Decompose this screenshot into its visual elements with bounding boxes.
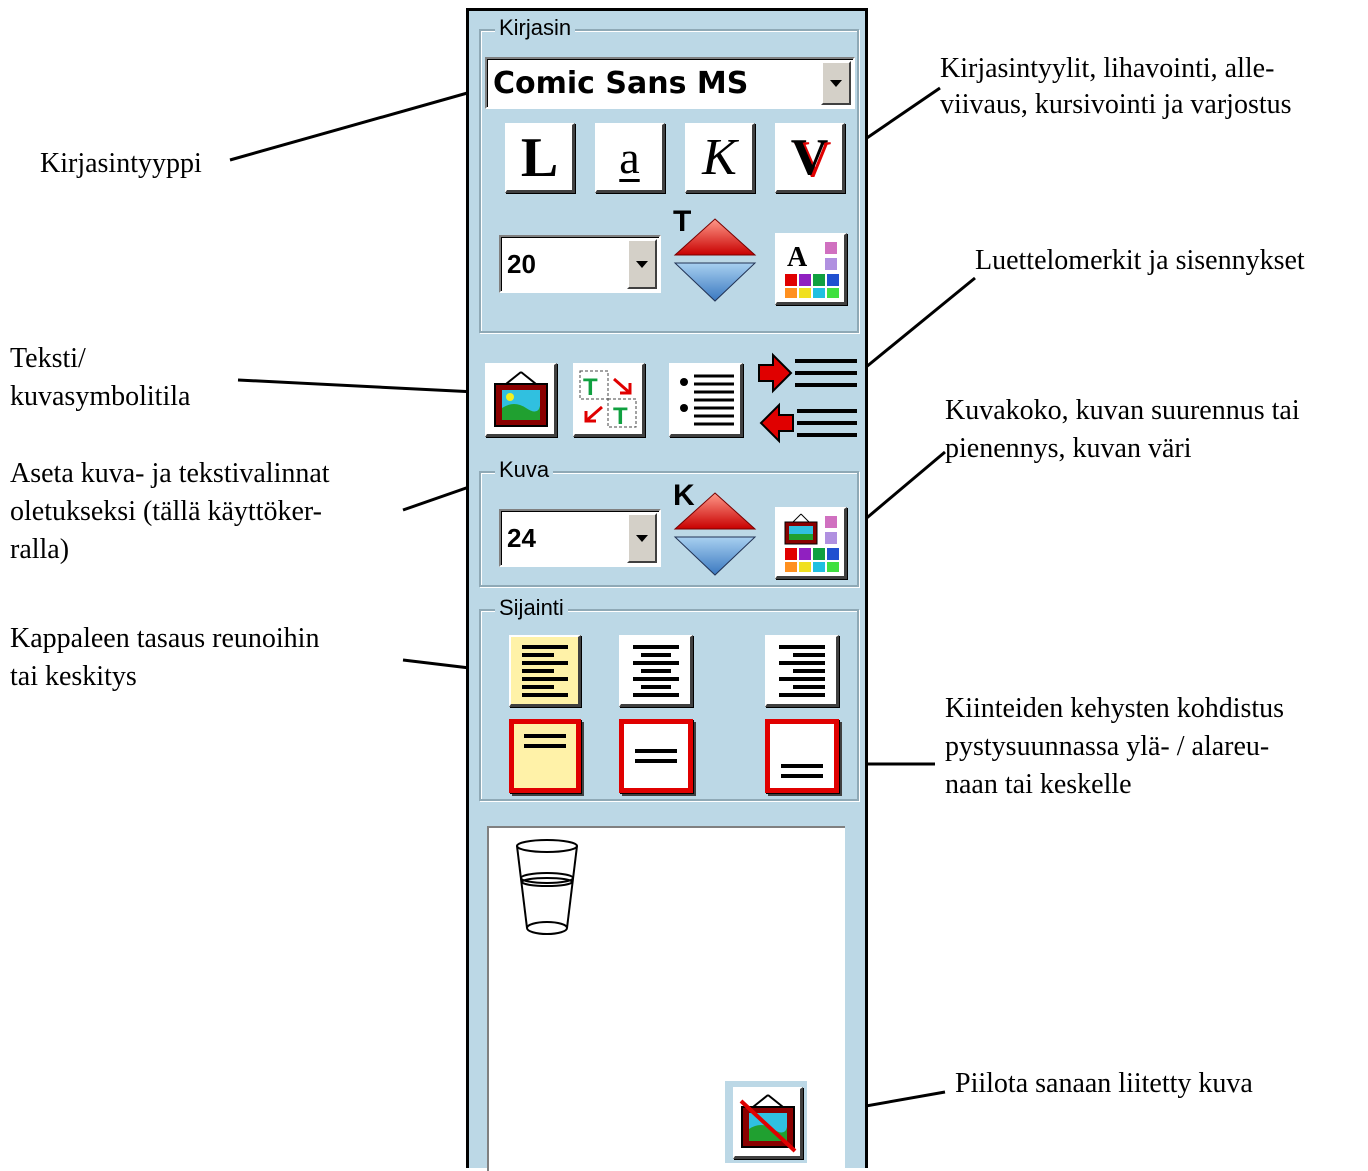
bold-icon: L — [520, 126, 559, 189]
align-right-icon — [778, 644, 825, 697]
svg-text:T: T — [613, 403, 628, 430]
font-size-dropdown-button[interactable] — [627, 239, 657, 289]
valign-middle-icon — [635, 749, 677, 763]
annotation-frame-valign-1: Kiinteiden kehysten kohdistus — [945, 693, 1285, 724]
image-size-select[interactable]: 24 — [499, 509, 661, 567]
annotation-hide-image: Piilota sanaan liitetty kuva — [955, 1068, 1253, 1099]
chevron-down-icon — [636, 260, 648, 268]
increase-indent-button[interactable] — [757, 351, 861, 395]
valign-middle-button[interactable] — [619, 719, 693, 793]
font-name-value: Comic Sans MS — [493, 65, 749, 101]
font-size-stepper-letter: T — [673, 205, 692, 238]
image-size-dropdown-button[interactable] — [627, 513, 657, 563]
image-size-stepper[interactable]: K — [671, 479, 759, 583]
align-left-button[interactable] — [509, 635, 581, 707]
font-name-select[interactable]: Comic Sans MS — [485, 57, 855, 109]
set-defaults-icon: T T — [579, 370, 636, 430]
font-color-palette-icon: A — [784, 241, 839, 298]
annotation-paragraph-align-2: tai keskitys — [10, 661, 137, 692]
annotation-set-defaults-2: oletukseksi (tällä käyttöker- — [10, 496, 323, 527]
annotation-frame-valign-2: pystysuunnassa ylä- / alareu- — [945, 731, 1270, 762]
annotation-font-type: Kirjasintyyppi — [40, 148, 202, 179]
text-symbol-mode-button[interactable] — [485, 363, 557, 437]
image-group-label: Kuva — [495, 457, 554, 483]
italic-button[interactable]: K — [685, 123, 755, 193]
position-group-label: Sijainti — [495, 595, 568, 621]
annotation-frame-valign-3: naan tai keskelle — [945, 769, 1132, 800]
decrease-indent-button[interactable] — [757, 401, 861, 445]
font-name-dropdown-button[interactable] — [821, 61, 851, 105]
leader-image-size — [855, 450, 946, 529]
image-group: Kuva 24 K — [479, 457, 859, 587]
align-center-button[interactable] — [619, 635, 693, 707]
valign-top-button[interactable] — [509, 719, 581, 793]
shadow-button[interactable]: V — [775, 123, 845, 193]
chevron-down-icon — [830, 79, 842, 87]
set-defaults-button[interactable]: T T — [573, 363, 645, 437]
hide-word-image-button[interactable] — [725, 1081, 807, 1163]
framed-picture-icon — [493, 370, 548, 427]
annotation-font-styles-2: viivaus, kursivointi ja varjostus — [940, 89, 1292, 120]
italic-icon: K — [702, 128, 737, 186]
annotation-set-defaults-1: Aseta kuva- ja tekstivalinnat — [10, 458, 330, 489]
bullet-list-button[interactable] — [669, 363, 743, 437]
bold-button[interactable]: L — [505, 123, 575, 193]
leader-bullets — [859, 276, 976, 374]
annotation-text-symbol-mode-1: Teksti/ — [10, 343, 86, 374]
underline-button[interactable]: a — [595, 123, 665, 193]
underline-icon: a — [619, 131, 640, 183]
valign-bottom-button[interactable] — [765, 719, 839, 793]
chevron-down-icon — [636, 534, 648, 542]
position-group: Sijainti — [479, 595, 859, 801]
font-size-stepper[interactable]: T — [671, 205, 759, 309]
svg-text:T: T — [583, 374, 598, 401]
font-size-select[interactable]: 20 — [499, 235, 661, 293]
hide-picture-icon — [739, 1093, 796, 1152]
align-left-icon — [521, 644, 568, 697]
annotation-paragraph-align-1: Kappaleen tasaus reunoihin — [10, 623, 320, 654]
formatting-panel: Kirjasin Comic Sans MS L a K V 20 T A T … — [466, 8, 868, 1171]
shadow-icon: V — [790, 128, 829, 186]
image-color-palette-icon — [784, 513, 839, 572]
leader-font-type — [229, 88, 479, 162]
indent-left-icon — [759, 402, 857, 444]
valign-bottom-icon — [781, 764, 823, 778]
font-color-letter: A — [787, 242, 808, 273]
annotation-set-defaults-3: ralla) — [10, 534, 70, 565]
font-size-value: 20 — [507, 248, 536, 279]
indent-right-icon — [758, 352, 857, 394]
image-size-value: 24 — [507, 522, 536, 553]
align-right-button[interactable] — [765, 635, 839, 707]
bullet-list-icon — [679, 374, 734, 425]
hide-word-image-inner — [733, 1087, 803, 1159]
font-group: Kirjasin Comic Sans MS L a K V 20 T A — [479, 15, 859, 333]
annotation-image-size-2: pienennys, kuvan väri — [945, 433, 1192, 464]
annotation-text-symbol-mode-2: kuvasymbolitila — [10, 381, 191, 412]
font-group-label: Kirjasin — [495, 15, 576, 41]
image-size-stepper-letter: K — [673, 479, 695, 512]
annotation-bullets: Luettelomerkit ja sisennykset — [975, 245, 1305, 276]
image-color-button[interactable] — [775, 507, 847, 579]
annotation-font-styles-1: Kirjasintyylit, lihavointi, alle- — [940, 53, 1275, 84]
leader-text-symbol-mode — [237, 378, 477, 394]
font-color-button[interactable]: A — [775, 233, 847, 305]
glass-symbol-icon — [516, 839, 578, 935]
align-center-icon — [632, 644, 679, 697]
annotation-image-size-1: Kuvakoko, kuvan suurennus tai — [945, 395, 1300, 426]
valign-top-icon — [524, 734, 566, 748]
